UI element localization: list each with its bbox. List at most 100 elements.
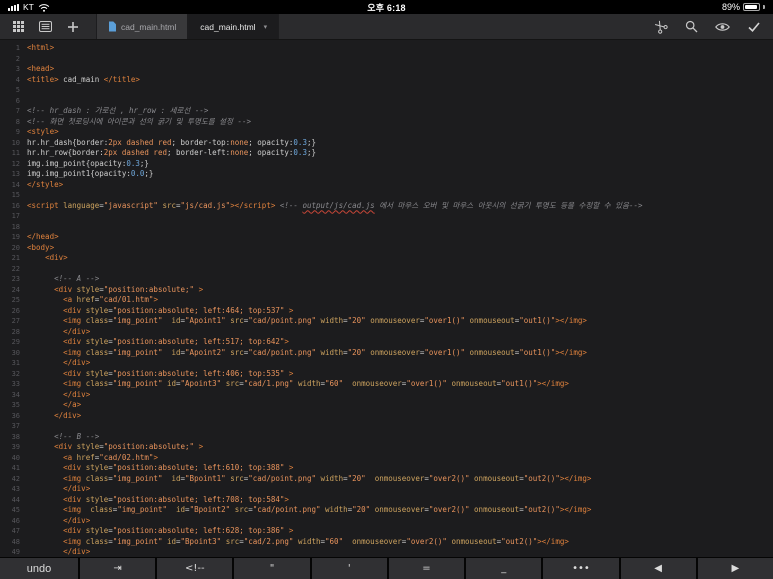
line-number: 39 [11,443,20,451]
code-line[interactable]: 24 <div style="position:absolute;" > [0,285,773,296]
code-line[interactable]: 37 [0,421,773,432]
code-line[interactable]: 3 <head> [0,64,773,75]
code-line[interactable]: 42 <img class="img_point" id="Bpoint1" s… [0,474,773,485]
line-number: 11 [11,149,20,157]
code-line[interactable]: 33 <img class="img_point" id="Apoint3" s… [0,379,773,390]
key-equals[interactable]: = [388,558,465,579]
code-line[interactable]: 15 [0,190,773,201]
code-line[interactable]: 13 img.img_point1{opacity:0.0;} [0,169,773,180]
scissors-icon[interactable] [645,14,676,39]
file-icon [109,21,116,32]
code-line[interactable]: 46 </div> [0,516,773,527]
line-number: 24 [11,285,20,294]
code-line[interactable]: 11 hr.hr_row{border:2px dashed red; borde… [0,148,773,159]
keyboard-accessory-bar: undo ⇥ <!-- " ' = _ ••• ◀ ▶ [0,557,773,579]
code-line[interactable]: 27 <img class="img_point" id="Apoint1" s… [0,316,773,327]
code-line[interactable]: 2 [0,54,773,65]
code-line[interactable]: 48 <img class="img_point" id="Bpoint3" s… [0,537,773,548]
code-line[interactable]: 31 </div> [0,358,773,369]
battery-tip [762,5,765,9]
code-line[interactable]: 40 <a href="cad/02.htm"> [0,453,773,464]
line-number: 48 [11,537,20,546]
code-line[interactable]: 30 <img class="img_point" id="Apoint2" s… [0,348,773,359]
code-line-text: <a href="cad/01.htm"> [63,295,158,304]
code-line-text: <div style="position:absolute; left:708;… [63,494,289,504]
code-line[interactable]: 49 </div> [0,547,773,557]
code-line[interactable]: 25 <a href="cad/01.htm"> [0,295,773,306]
code-line[interactable]: 39 <div style="position:absolute;" > [0,442,773,453]
tab-cad-main-1[interactable]: cad_main.html [96,14,189,39]
line-number: 44 [11,495,20,504]
code-line[interactable]: 45 <img class="img_point" id="Bpoint2" s… [0,505,773,516]
line-number: 17 [11,212,20,220]
code-line-text: </div> [63,484,91,493]
code-line[interactable]: 47 <div style="position:absolute; left:6… [0,526,773,537]
key-move-left[interactable]: ◀ [620,558,696,579]
add-tab-icon[interactable] [59,14,86,39]
code-line[interactable]: 1 <html> [0,43,773,54]
code-line[interactable]: 17 [0,211,773,222]
key-underscore[interactable]: _ [466,558,542,579]
code-line[interactable]: 4 <title> cad_main </title> [0,75,773,86]
code-line[interactable]: 26 <div style="position:absolute; left:4… [0,306,773,317]
key-tab[interactable]: ⇥ [80,558,156,579]
code-line[interactable]: 43 </div> [0,484,773,495]
code-line[interactable]: 23 <!-- A --> [0,274,773,285]
code-line-text: <div style="position:absolute; left:406;… [63,368,294,378]
line-number: 41 [11,464,20,472]
code-line[interactable]: 21 <div> [0,253,773,264]
tab-cad-main-2-active[interactable]: cad_main.html ▾ [188,14,280,39]
code-line-text: <div style="position:absolute;" > [54,442,204,451]
undo-button[interactable]: undo [0,558,78,579]
code-line[interactable]: 29 <div style="position:absolute; left:5… [0,337,773,348]
grid-icon[interactable] [5,14,32,39]
code-line-text: <div style="position:absolute; left:628;… [63,526,294,535]
code-line[interactable]: 10 hr.hr_dash{border:2px dashed red; bord… [0,138,773,149]
code-line-text: <!-- 화면 첫로딩시에 아이콘과 선의 굵기 및 투명도를 설정 --> [27,116,252,126]
code-line[interactable]: 41 <div style="position:absolute; left:6… [0,463,773,474]
code-line[interactable]: 14 </style> [0,180,773,191]
line-number: 19 [11,233,20,241]
code-line-text: <style> [27,127,59,136]
code-line[interactable]: 6 [0,96,773,107]
code-line[interactable]: 36 </div> [0,411,773,422]
code-line-text: <img class="img_point" id="Bpoint1" src=… [63,473,592,483]
line-number: 14 [11,180,20,189]
code-line[interactable]: 32 <div style="position:absolute; left:4… [0,369,773,380]
code-line[interactable]: 18 [0,222,773,233]
key-double-quote[interactable]: " [234,558,310,579]
code-line[interactable]: 34 </div> [0,390,773,401]
line-number: 31 [11,359,20,367]
key-single-quote[interactable]: ' [311,558,387,579]
code-line[interactable]: 5 [0,85,773,96]
line-number: 46 [11,516,20,525]
code-editor[interactable]: 1 <html> 2 3 <head> 4 <title> cad_main </title… [0,40,773,557]
code-line[interactable]: 22 [0,264,773,275]
code-line-text: <div> [45,253,68,262]
code-line-text: <img class="img_point" id="Apoint1" src=… [63,316,587,325]
key-more[interactable]: ••• [543,558,619,579]
code-line[interactable]: 16 <script language="javascript" src="js/… [0,201,773,212]
code-line[interactable]: 20 <body> [0,243,773,254]
code-line[interactable]: 28 </div> [0,327,773,338]
line-number: 2 [15,54,20,63]
code-line[interactable]: 35 </a> [0,400,773,411]
code-line-text: <body> [27,242,55,252]
key-move-right[interactable]: ▶ [697,558,773,579]
file-list-icon[interactable] [32,14,59,39]
preview-eye-icon[interactable] [707,14,738,39]
search-icon[interactable] [676,14,707,39]
code-line[interactable]: 7 <!-- hr_dash : 가로선 , hr_row : 세로선 --> [0,106,773,117]
code-line[interactable]: 9 <style> [0,127,773,138]
line-number: 9 [15,128,20,136]
code-line[interactable]: 12 img.img_point{opacity:0.3;} [0,159,773,170]
code-line[interactable]: 8 <!-- 화면 첫로딩시에 아이콘과 선의 굵기 및 투명도를 설정 --> [0,117,773,128]
code-line[interactable]: 38 <!-- B --> [0,432,773,443]
key-comment-open[interactable]: <!-- [157,558,233,579]
check-icon[interactable] [738,14,769,39]
code-line[interactable]: 19 </head> [0,232,773,243]
line-number: 33 [11,380,20,388]
code-line[interactable]: 44 <div style="position:absolute; left:7… [0,495,773,506]
code-line-text: <div style="position:absolute;" > [54,284,204,294]
line-number: 12 [11,159,20,168]
